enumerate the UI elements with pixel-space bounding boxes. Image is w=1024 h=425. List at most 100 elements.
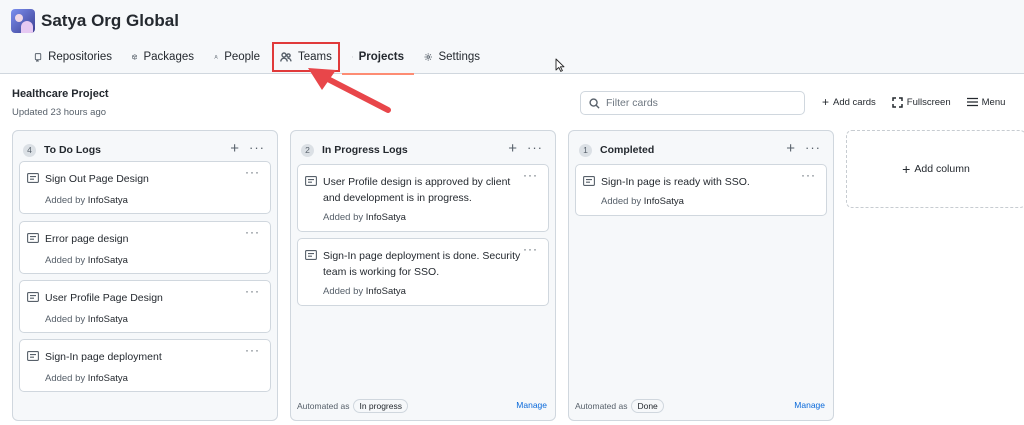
person-icon (214, 55, 218, 59)
people-icon (280, 52, 292, 62)
tab-label: People (224, 51, 260, 63)
card[interactable]: Sign-In page is ready with SSO. Added by… (575, 164, 827, 216)
card-author[interactable]: InfoSatya (88, 255, 128, 266)
tab-settings[interactable]: Settings (414, 40, 490, 74)
mouse-cursor-icon (555, 58, 565, 72)
card-more-icon[interactable]: ··· (523, 242, 538, 256)
automated-as-label: Automated as (575, 401, 628, 411)
filter-cards-input[interactable] (606, 97, 796, 109)
card-title: User Profile Page Design (45, 292, 163, 304)
column-to-do-logs: 4 To Do Logs + ··· Sign Out Page Design … (12, 130, 278, 421)
fullscreen-button[interactable]: Fullscreen (892, 95, 951, 109)
project-updated-time: Updated 23 hours ago (12, 107, 107, 118)
card-author[interactable]: InfoSatya (644, 196, 684, 207)
column-more-icon[interactable]: ··· (805, 140, 821, 155)
plus-icon: + (822, 95, 830, 109)
project-actions: + Add cards Fullscreen Menu (822, 95, 1005, 109)
org-header: Satya Org Global Repositories Packages P… (0, 0, 1024, 75)
card[interactable]: Error page design Added by InfoSatya ··· (19, 221, 271, 274)
card-meta: Added by InfoSatya (45, 373, 128, 384)
repo-icon (34, 53, 42, 63)
add-card-plus-icon[interactable]: + (786, 140, 795, 157)
column-footer: Automated as In progress Manage (297, 398, 547, 414)
annotation-arrow-icon (308, 68, 391, 113)
fullscreen-label: Fullscreen (906, 96, 951, 108)
card-more-icon[interactable]: ··· (801, 168, 816, 182)
card-count-badge: 4 (23, 143, 36, 157)
column-completed: 1 Completed + ··· Sign-In page is ready … (568, 130, 834, 421)
column-title: Completed (600, 144, 655, 156)
column-header: 1 Completed + ··· (579, 140, 823, 159)
card-title: Error page design (45, 233, 129, 245)
tab-people[interactable]: People (204, 40, 270, 74)
filter-cards-field[interactable] (580, 91, 805, 115)
org-name[interactable]: Satya Org Global (41, 11, 179, 31)
menu-button[interactable]: Menu (966, 95, 1006, 109)
card-more-icon[interactable]: ··· (523, 168, 538, 182)
tab-label: Repositories (48, 51, 112, 63)
note-icon (583, 176, 595, 186)
card-author[interactable]: InfoSatya (366, 212, 406, 223)
note-icon (27, 173, 39, 183)
automation-pill: In progress (353, 399, 408, 413)
card-meta: Added by InfoSatya (45, 255, 128, 266)
card-title: Sign Out Page Design (45, 173, 149, 185)
card-title: User Profile design is approved by clien… (323, 176, 511, 204)
card-author[interactable]: InfoSatya (366, 286, 406, 297)
column-title: In Progress Logs (322, 144, 408, 156)
add-cards-button[interactable]: + Add cards (822, 95, 876, 109)
add-cards-label: Add cards (833, 96, 876, 108)
note-icon (27, 233, 39, 243)
card-count-badge: 1 (579, 143, 592, 157)
tab-packages[interactable]: Packages (122, 40, 204, 74)
column-header: 4 To Do Logs + ··· (23, 140, 267, 159)
card[interactable]: User Profile Page Design Added by InfoSa… (19, 280, 271, 333)
automation-pill: Done (631, 399, 664, 413)
card-meta: Added by InfoSatya (45, 195, 128, 206)
card-meta: Added by InfoSatya (323, 212, 406, 223)
card[interactable]: Sign-In page deployment Added by InfoSat… (19, 339, 271, 392)
add-card-plus-icon[interactable]: + (508, 140, 517, 157)
org-nav-tabs: Repositories Packages People Teams Proje… (24, 40, 490, 75)
note-icon (27, 292, 39, 302)
hamburger-icon (966, 97, 978, 107)
card-more-icon[interactable]: ··· (245, 225, 260, 239)
card-author[interactable]: InfoSatya (88, 314, 128, 325)
card[interactable]: User Profile design is approved by clien… (297, 164, 549, 232)
add-card-plus-icon[interactable]: + (230, 140, 239, 157)
fullscreen-icon (892, 96, 903, 108)
column-in-progress-logs: 2 In Progress Logs + ··· User Profile de… (290, 130, 556, 421)
card-author[interactable]: InfoSatya (88, 373, 128, 384)
card-count-badge: 2 (301, 143, 314, 157)
card-meta: Added by InfoSatya (323, 286, 406, 297)
search-icon (589, 97, 600, 109)
card[interactable]: Sign-In page deployment is done. Securit… (297, 238, 549, 306)
column-more-icon[interactable]: ··· (527, 140, 543, 155)
note-icon (27, 351, 39, 361)
package-icon (132, 54, 138, 60)
org-avatar[interactable] (11, 9, 35, 33)
card-author[interactable]: InfoSatya (88, 195, 128, 206)
column-footer: Automated as Done Manage (575, 398, 825, 414)
card-title: Sign-In page is ready with SSO. (601, 176, 750, 188)
card-title: Sign-In page deployment (45, 351, 162, 363)
manage-link[interactable]: Manage (516, 400, 547, 410)
menu-label: Menu (981, 96, 1006, 108)
column-header: 2 In Progress Logs + ··· (301, 140, 545, 159)
card-more-icon[interactable]: ··· (245, 284, 260, 298)
gear-icon (424, 53, 432, 61)
note-icon (305, 176, 317, 186)
tab-repositories[interactable]: Repositories (24, 40, 122, 74)
project-title: Healthcare Project (12, 88, 109, 100)
card-title: Sign-In page deployment is done. Securit… (323, 250, 521, 278)
tab-label: Settings (438, 51, 480, 63)
card-more-icon[interactable]: ··· (245, 343, 260, 357)
automated-as-label: Automated as (297, 401, 350, 411)
manage-link[interactable]: Manage (794, 400, 825, 410)
card-more-icon[interactable]: ··· (245, 165, 260, 179)
card[interactable]: Sign Out Page Design Added by InfoSatya … (19, 161, 271, 214)
add-column-button[interactable]: + Add column (846, 130, 1024, 208)
note-icon (305, 250, 317, 260)
card-meta: Added by InfoSatya (45, 314, 128, 325)
column-more-icon[interactable]: ··· (249, 140, 265, 155)
